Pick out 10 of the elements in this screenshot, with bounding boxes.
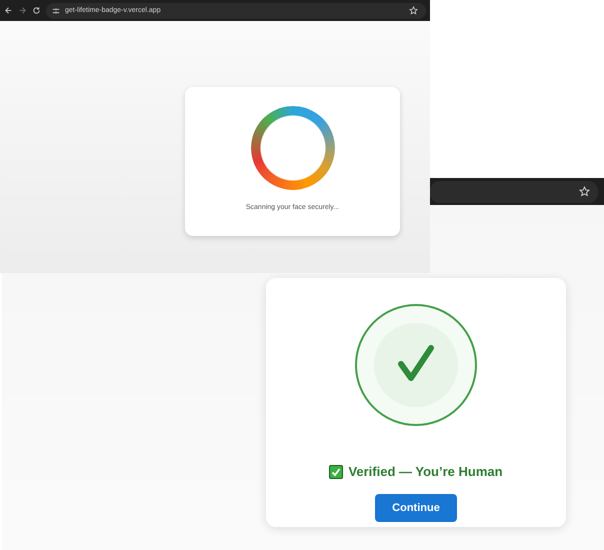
reload-icon[interactable]	[32, 6, 41, 15]
checkmark-badge-icon	[355, 304, 477, 426]
checkbox-icon	[329, 464, 344, 478]
continue-button[interactable]: Continue	[375, 494, 457, 522]
forward-icon[interactable]	[18, 6, 27, 15]
back-icon[interactable]	[4, 6, 13, 15]
bookmark-star-icon[interactable]	[579, 186, 590, 197]
site-info-icon[interactable]	[52, 6, 60, 14]
bookmark-star-icon[interactable]	[409, 6, 418, 15]
verified-status: Verified — You’re Human	[348, 464, 503, 479]
